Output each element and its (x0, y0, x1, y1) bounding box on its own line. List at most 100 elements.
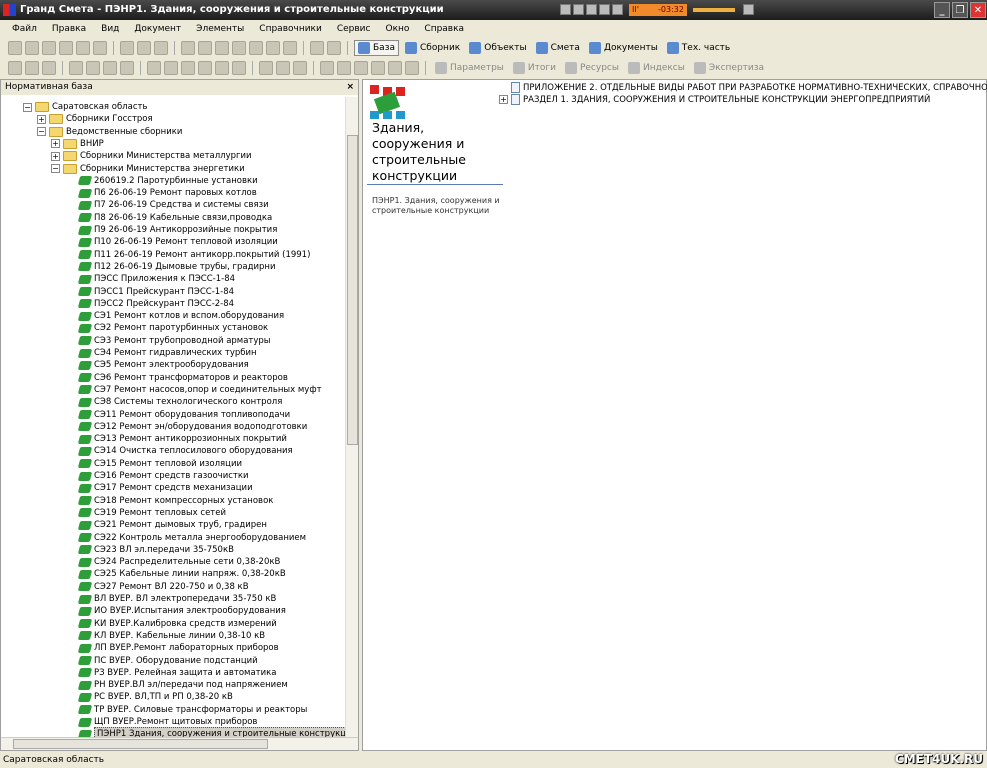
expand-icon[interactable]: + (51, 151, 60, 161)
toolbar-icon[interactable] (249, 40, 263, 55)
tree-item[interactable]: РЗ ВУЕР. Релейная защита и автоматика (77, 667, 276, 679)
tree-item[interactable]: СЭ6 Ремонт трансформаторов и реакторов (77, 372, 288, 384)
toolbar-button[interactable]: Объекты (466, 40, 529, 56)
collapse-icon[interactable]: − (37, 127, 46, 137)
tree-item[interactable]: ПЭСС1 Прейскурант ПЭСС-1-84 (77, 286, 234, 298)
toolbar-icon[interactable] (137, 40, 151, 55)
tree-item[interactable]: П12 26-06-19 Дымовые трубы, градирни (77, 261, 276, 273)
toolbar-icon[interactable] (232, 40, 246, 55)
tree-item[interactable]: П10 26-06-19 Ремонт тепловой изоляции (77, 236, 278, 248)
toolbar-icon[interactable] (310, 40, 324, 55)
tree-item[interactable]: РС ВУЕР. ВЛ,ТП и РП 0,38-20 кВ (77, 691, 233, 703)
tree-folder[interactable]: + Сборники Госстроя (37, 113, 153, 125)
tree-node-appendix[interactable]: ПРИЛОЖЕНИЕ 2. ОТДЕЛЬНЫЕ ВИДЫ РАБОТ ПРИ Р… (511, 82, 987, 93)
tree-item[interactable]: СЭ19 Ремонт тепловых сетей (77, 507, 226, 519)
toolbar-icon[interactable] (42, 60, 56, 75)
tree-item[interactable]: СЭ7 Ремонт насосов,опор и соединительных… (77, 384, 322, 396)
menu-item[interactable]: Файл (12, 24, 37, 34)
tree-item[interactable]: П8 26-06-19 Кабельные связи,проводка (77, 212, 272, 224)
panel-close-icon[interactable]: × (346, 80, 354, 95)
tree-item[interactable]: СЭ2 Ремонт паротурбинных установок (77, 322, 268, 334)
toolbar-icon[interactable] (259, 60, 273, 75)
toolbar-icon[interactable] (320, 60, 334, 75)
toolbar-icon[interactable] (327, 40, 341, 55)
menu-item[interactable]: Сервис (337, 24, 371, 34)
expand-icon[interactable]: + (37, 114, 46, 124)
toolbar-icon[interactable] (103, 60, 117, 75)
close-button[interactable]: ✕ (970, 2, 986, 18)
tree-item[interactable]: ВЛ ВУЕР. ВЛ электропередачи 35-750 кВ (77, 593, 276, 605)
tree-item[interactable]: ПЭСС2 Прейскурант ПЭСС-2-84 (77, 298, 234, 310)
tree-item[interactable]: СЭ22 Контроль металла энергооборудование… (77, 532, 306, 544)
toolbar-icon[interactable] (86, 60, 100, 75)
horizontal-scrollbar[interactable] (1, 737, 358, 750)
tree-item[interactable]: П6 26-06-19 Ремонт паровых котлов (77, 187, 257, 199)
toolbar-icon[interactable] (337, 60, 351, 75)
toolbar-icon[interactable] (215, 60, 229, 75)
tree-folder[interactable]: − Сборники Министерства энергетики (51, 163, 245, 175)
tree-item[interactable]: ТР ВУЕР. Силовые трансформаторы и реакто… (77, 704, 307, 716)
expand-icon[interactable]: + (51, 139, 60, 149)
tree-item[interactable]: П9 26-06-19 Антикоррозийные покрытия (77, 224, 277, 236)
player-next-icon[interactable] (612, 4, 623, 15)
collapse-icon[interactable]: − (23, 102, 32, 112)
toolbar-icon[interactable] (8, 60, 22, 75)
tree-folder[interactable]: − Саратовская область (23, 101, 147, 113)
expand-icon[interactable]: + (499, 95, 508, 104)
tree-item[interactable]: ЛП ВУЕР.Ремонт лабораторных приборов (77, 642, 279, 654)
minimize-button[interactable]: _ (934, 2, 950, 18)
toolbar-icon[interactable] (371, 60, 385, 75)
tree-item[interactable]: СЭ18 Ремонт компрессорных установок (77, 495, 273, 507)
vertical-scrollbar[interactable] (345, 97, 358, 738)
toolbar-button[interactable]: Ресурсы (562, 60, 622, 76)
toolbar-icon[interactable] (59, 40, 73, 55)
tree-item[interactable]: СЭ12 Ремонт эн/оборудования водоподготов… (77, 421, 307, 433)
tree-item[interactable]: КИ ВУЕР.Калибровка средств измерений (77, 618, 277, 630)
toolbar-icon[interactable] (405, 60, 419, 75)
toolbar-icon[interactable] (198, 40, 212, 55)
toolbar-icon[interactable] (120, 60, 134, 75)
player-menu-icon[interactable] (743, 4, 754, 15)
collapse-icon[interactable]: − (51, 164, 60, 173)
toolbar-icon[interactable] (42, 40, 56, 55)
menu-item[interactable]: Правка (52, 24, 86, 34)
toolbar-icon[interactable] (266, 40, 280, 55)
tree-item[interactable]: ПС ВУЕР. Оборудование подстанций (77, 655, 258, 667)
tree-item[interactable]: СЭ5 Ремонт электрооборудования (77, 359, 249, 371)
toolbar-button[interactable]: Итоги (510, 60, 559, 76)
tree-item[interactable]: СЭ3 Ремонт трубопроводной арматуры (77, 335, 271, 347)
tree-item[interactable]: СЭ21 Ремонт дымовых труб, градирен (77, 519, 267, 531)
toolbar-icon[interactable] (76, 40, 90, 55)
tree-item[interactable]: П11 26-06-19 Ремонт антикорр.покрытий (1… (77, 249, 310, 261)
menu-item[interactable]: Документ (134, 24, 181, 34)
menu-item[interactable]: Окно (385, 24, 409, 34)
tree-item[interactable]: СЭ17 Ремонт средств механизации (77, 482, 253, 494)
player-prev-icon[interactable] (560, 4, 571, 15)
toolbar-icon[interactable] (276, 60, 290, 75)
toolbar-button[interactable]: Документы (586, 40, 661, 56)
restore-button[interactable]: ❐ (952, 2, 968, 18)
tree-item[interactable]: СЭ23 ВЛ эл.передачи 35-750кВ (77, 544, 234, 556)
toolbar-icon[interactable] (25, 40, 39, 55)
toolbar-icon[interactable] (388, 60, 402, 75)
tree-item[interactable]: ЩП ВУЕР.Ремонт щитовых приборов (77, 716, 257, 728)
toolbar-icon[interactable] (181, 40, 195, 55)
scroll-thumb[interactable] (347, 135, 358, 445)
toolbar-icon[interactable] (147, 60, 161, 75)
toolbar-button[interactable]: Тех. часть (664, 40, 733, 56)
tree-item[interactable]: СЭ13 Ремонт антикоррозионных покрытий (77, 433, 287, 445)
tree-item[interactable]: СЭ8 Системы технологического контроля (77, 396, 282, 408)
tree-item[interactable]: ПЭСС Приложения к ПЭСС-1-84 (77, 273, 235, 285)
player-pause-icon[interactable] (573, 4, 584, 15)
tree-item[interactable]: СЭ16 Ремонт средств газоочистки (77, 470, 249, 482)
menu-item[interactable]: Вид (101, 24, 119, 34)
toolbar-button[interactable]: Смета (533, 40, 583, 56)
tree-item[interactable]: СЭ1 Ремонт котлов и вспом.оборудования (77, 310, 284, 322)
toolbar-button[interactable]: Экспертиза (691, 60, 767, 76)
toolbar-button[interactable]: База (354, 39, 399, 56)
toolbar-icon[interactable] (232, 60, 246, 75)
tree-item[interactable]: 260619.2 Паротурбинные установки (77, 175, 258, 187)
tree-node-section[interactable]: + РАЗДЕЛ 1. ЗДАНИЯ, СООРУЖЕНИЯ И СТРОИТЕЛ… (499, 94, 930, 105)
tree-item[interactable]: СЭ25 Кабельные линии напряж. 0,38-20кВ (77, 568, 286, 580)
toolbar-icon[interactable] (69, 60, 83, 75)
